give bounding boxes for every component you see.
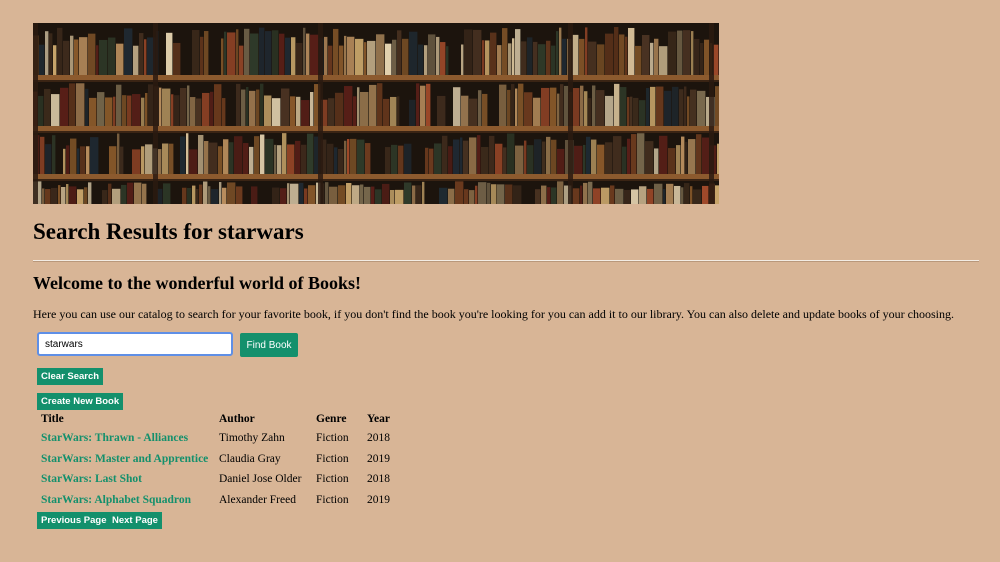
divider xyxy=(33,260,979,262)
book-author: Daniel Jose Older xyxy=(219,473,302,486)
book-genre: Fiction xyxy=(316,432,349,445)
book-genre: Fiction xyxy=(316,452,349,465)
book-year: 2018 xyxy=(367,473,390,486)
bookshelf-banner-image xyxy=(33,23,719,204)
column-header-author: Author xyxy=(219,413,255,425)
intro-text: Here you can use our catalog to search f… xyxy=(33,307,954,321)
book-author: Timothy Zahn xyxy=(219,432,285,445)
table-row: StarWars: Last Shot Daniel Jose Older Fi… xyxy=(38,469,400,490)
book-title-link[interactable]: StarWars: Alphabet Squadron xyxy=(41,494,191,506)
book-genre: Fiction xyxy=(316,493,349,506)
table-row: StarWars: Master and Apprentice Claudia … xyxy=(38,449,400,470)
table-header-row: Title Author Genre Year xyxy=(38,410,400,428)
search-input[interactable] xyxy=(37,332,233,356)
book-author: Claudia Gray xyxy=(219,452,281,465)
bookshelf-illustration xyxy=(33,23,719,204)
book-title-link[interactable]: StarWars: Thrawn - Alliances xyxy=(41,432,188,444)
table-row: StarWars: Alphabet Squadron Alexander Fr… xyxy=(38,490,400,511)
column-header-title: Title xyxy=(41,413,64,425)
book-year: 2018 xyxy=(367,432,390,445)
book-title-link[interactable]: StarWars: Last Shot xyxy=(41,473,142,485)
previous-page-button[interactable]: Previous Page xyxy=(37,512,111,529)
page-title: Search Results for starwars xyxy=(33,219,304,244)
book-year: 2019 xyxy=(367,493,390,506)
welcome-heading: Welcome to the wonderful world of Books! xyxy=(33,273,361,293)
create-new-book-button[interactable]: Create New Book xyxy=(37,393,124,410)
column-header-genre: Genre xyxy=(316,413,347,425)
results-table: Title Author Genre Year StarWars: Thrawn… xyxy=(38,410,400,510)
book-author: Alexander Freed xyxy=(219,493,296,506)
next-page-button[interactable]: Next Page xyxy=(108,512,162,529)
book-title-link[interactable]: StarWars: Master and Apprentice xyxy=(41,453,208,465)
book-genre: Fiction xyxy=(316,473,349,486)
find-book-button[interactable]: Find Book xyxy=(240,333,298,357)
clear-search-button[interactable]: Clear Search xyxy=(37,368,104,385)
table-row: StarWars: Thrawn - Alliances Timothy Zah… xyxy=(38,428,400,449)
page: Search Results for starwars Welcome to t… xyxy=(0,0,1000,562)
book-year: 2019 xyxy=(367,452,390,465)
column-header-year: Year xyxy=(367,413,390,425)
